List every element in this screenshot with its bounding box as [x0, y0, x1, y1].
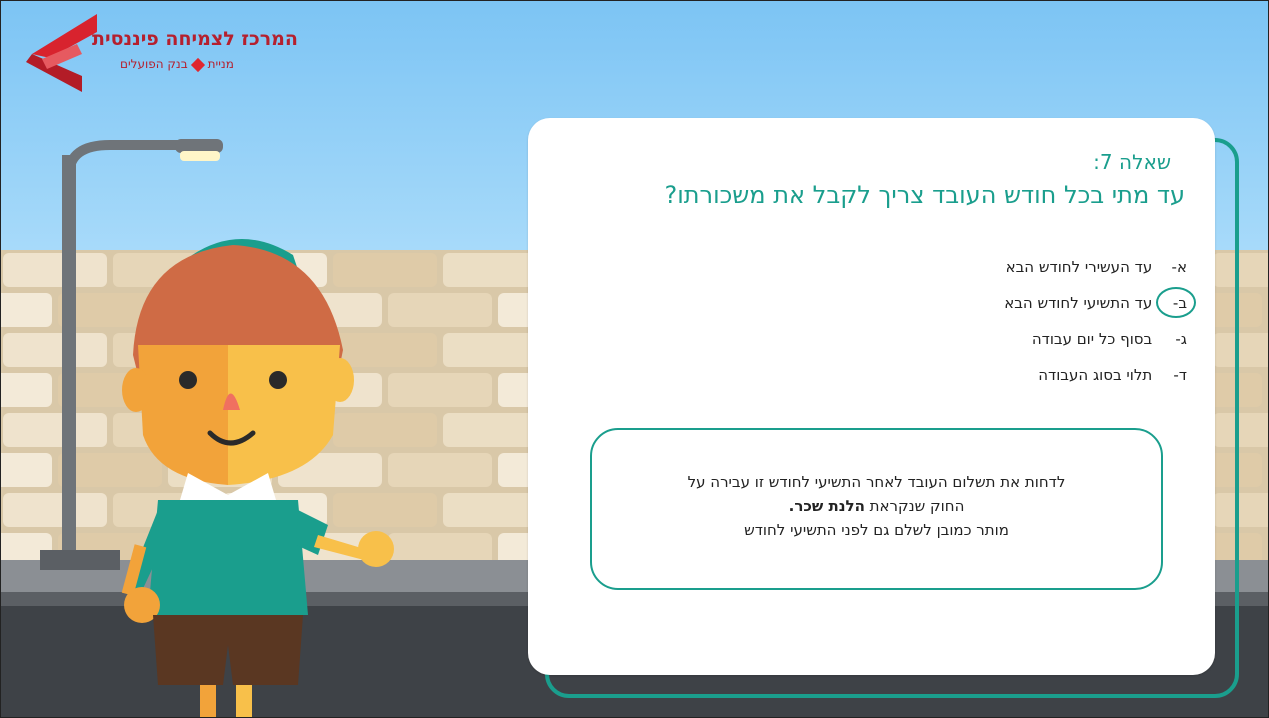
answer-text: עד העשירי לחודש הבא	[1005, 258, 1153, 276]
answer-letter: א-	[1171, 258, 1187, 276]
answer-option-c[interactable]: ג- בסוף כל יום עבודה	[787, 330, 1187, 366]
answer-letter: ג-	[1175, 330, 1187, 348]
logo-subtitle-right: בנק הפועלים	[120, 57, 188, 71]
logo-title: המרכז לצמיחה פיננסית	[92, 28, 298, 50]
explanation-line-2-prefix: החוק שנקראת	[864, 497, 965, 515]
answer-letter: ד-	[1173, 366, 1187, 384]
answer-text: עד התשיעי לחודש הבא	[1004, 294, 1153, 312]
answer-text: תלוי בסוג העבודה	[1038, 366, 1153, 384]
answer-option-a[interactable]: א- עד העשירי לחודש הבא	[787, 258, 1187, 294]
explanation-term: הלנת שכר.	[788, 497, 865, 515]
question-number: שאלה 7:	[1093, 150, 1171, 174]
explanation-line-3: מותר כמובן לשלם גם לפני התשיעי לחודש	[744, 521, 1009, 539]
brand-logo	[22, 14, 262, 94]
selected-answer-circle	[1156, 287, 1196, 318]
explanation-line-1: לדחות את תשלום העובד לאחר התשיעי לחודש ז…	[687, 473, 1066, 491]
slide-stage: המרכז לצמיחה פיננסית מניית בנק הפועלים שא…	[0, 0, 1269, 718]
boy-character-illustration	[121, 239, 394, 718]
explanation-text: לדחות את תשלום העובד לאחר התשיעי לחודש ז…	[614, 470, 1139, 542]
answer-list: א- עד העשירי לחודש הבא ב- עד התשיעי לחוד…	[787, 258, 1196, 402]
logo-subtitle: מניית בנק הפועלים	[120, 57, 234, 72]
logo-subtitle-left: מניית	[207, 57, 234, 71]
explanation-line-2: החוק שנקראת הלנת שכר.	[614, 494, 1139, 518]
answer-option-d[interactable]: ד- תלוי בסוג העבודה	[787, 366, 1187, 402]
logo-diamond-icon	[190, 57, 205, 72]
question-text: עד מתי בכל חודש העובד צריך לקבל את משכור…	[664, 181, 1185, 209]
question-card: שאלה 7: עד מתי בכל חודש העובד צריך לקבל …	[528, 118, 1215, 675]
logo-chevron-icon	[26, 14, 97, 92]
answer-text: בסוף כל יום עבודה	[1031, 330, 1153, 348]
explanation-box: לדחות את תשלום העובד לאחר התשיעי לחודש ז…	[590, 428, 1163, 590]
answer-option-b[interactable]: ב- עד התשיעי לחודש הבא	[787, 287, 1196, 330]
